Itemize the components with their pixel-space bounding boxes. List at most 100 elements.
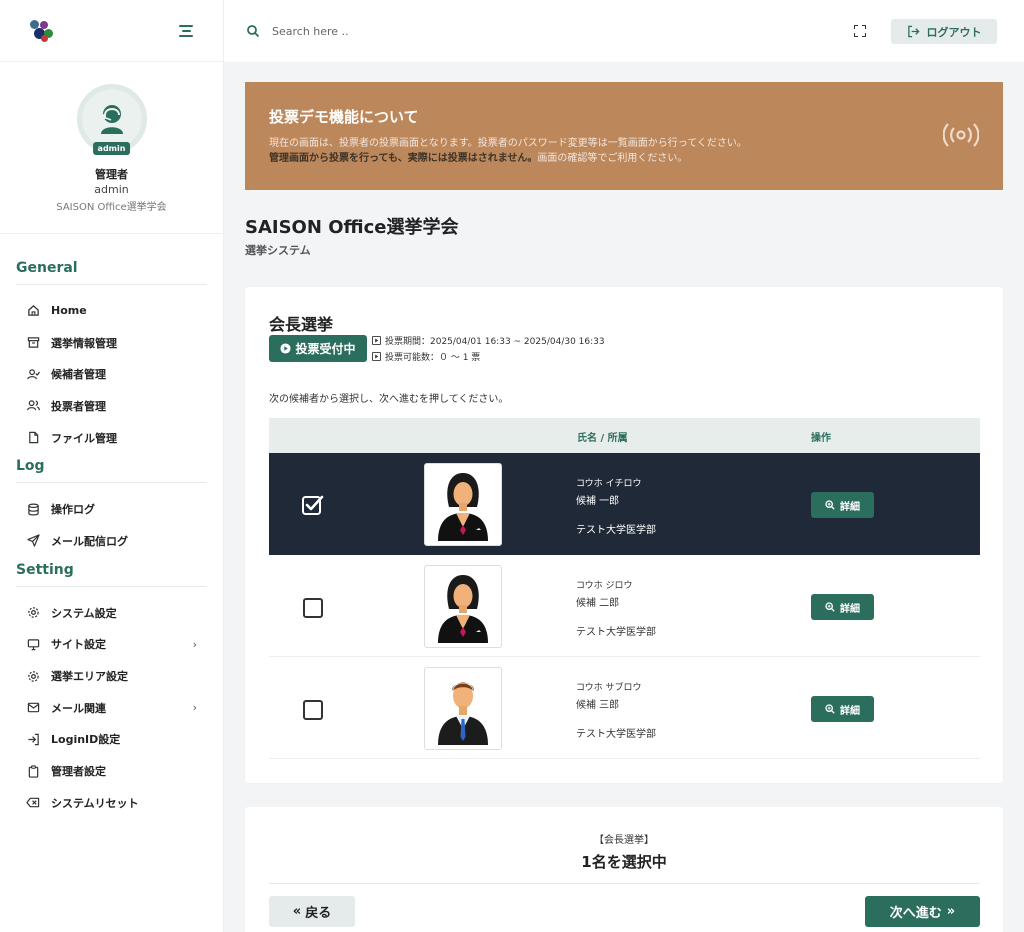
archive-icon — [26, 336, 40, 350]
search-input[interactable] — [272, 24, 572, 38]
sidebar-item-label: ファイル管理 — [51, 431, 117, 445]
profile-user-id: admin — [94, 183, 129, 196]
table-row[interactable]: コウホ イチロウ 候補 一郎 テスト大学医学部 詳細 — [269, 453, 980, 555]
menu-toggle-icon[interactable] — [179, 24, 193, 37]
notice-text: 現在の画面は、投票者の投票画面となります。投票者のパスワード変更等は一覧画面から… — [269, 136, 979, 166]
profile-org: SAISON Office選挙学会 — [56, 202, 167, 213]
sidebar-item-label: 選挙エリア設定 — [51, 670, 128, 684]
divider — [16, 284, 207, 285]
female-avatar-icon — [438, 574, 488, 643]
instruction-text: 次の候補者から選択し、次へ進むを押してください。 — [269, 394, 509, 405]
logout-button[interactable]: ログアウト — [891, 19, 997, 44]
sidebar-item-area-settings[interactable]: 選挙エリア設定 — [0, 660, 223, 692]
table-header: 氏名 / 所属 操作 — [269, 418, 980, 453]
home-icon — [26, 304, 40, 318]
sidebar-item-voters[interactable]: 投票者管理 — [0, 390, 223, 422]
logout-icon — [907, 25, 920, 38]
candidate-kana: コウホ サブロウ — [576, 683, 642, 693]
female-avatar-icon — [438, 472, 488, 541]
sidebar-item-label: システムリセット — [51, 796, 139, 810]
logout-label: ログアウト — [926, 25, 982, 39]
sidebar-item-operation-log[interactable]: 操作ログ — [0, 493, 223, 525]
checkbox[interactable] — [303, 700, 323, 720]
sidebar-item-label: 操作ログ — [51, 503, 95, 517]
sidebar-item-label: メール配信ログ — [51, 534, 128, 548]
notice-title: 投票デモ機能について — [269, 108, 419, 126]
column-header-name: 氏名 / 所属 — [577, 433, 628, 444]
male-avatar-icon — [438, 682, 488, 745]
double-chevron-left-icon: « — [292, 904, 302, 919]
sidebar-item-label: 管理者設定 — [51, 765, 106, 779]
candidate-kana: コウホ ジロウ — [576, 581, 633, 591]
sidebar-item-admin-settings[interactable]: 管理者設定 — [0, 755, 223, 787]
play-square-icon — [372, 352, 381, 361]
candidate-org: テスト大学医学部 — [576, 525, 656, 536]
play-square-icon — [372, 336, 381, 345]
user-headset-icon — [100, 105, 123, 134]
divider — [16, 482, 207, 484]
gear-icon — [26, 606, 40, 620]
candidate-photo — [424, 667, 502, 750]
broadcast-icon — [943, 123, 979, 147]
section-title-setting: Setting — [16, 561, 74, 578]
play-circle-icon — [280, 343, 292, 354]
election-title: 会長選挙 — [269, 315, 334, 334]
profile-role: 管理者 — [95, 168, 128, 181]
candidate-photo — [424, 463, 502, 546]
sidebar-item-mail-log[interactable]: メール配信ログ — [0, 525, 223, 557]
detail-button[interactable]: 詳細 — [811, 696, 874, 722]
sidebar-item-label: 候補者管理 — [51, 368, 106, 382]
sidebar-item-mail[interactable]: メール関連 › — [0, 692, 223, 724]
detail-button[interactable]: 詳細 — [811, 492, 874, 518]
sidebar-item-label: サイト設定 — [51, 638, 106, 652]
candidate-kana: コウホ イチロウ — [576, 479, 642, 489]
search-icon[interactable] — [246, 24, 260, 38]
sidebar-item-home[interactable]: Home — [0, 295, 223, 327]
notice-line2-bold: 管理画面から投票を行っても、実際には投票はされません。 — [269, 153, 538, 164]
zoom-in-icon — [825, 704, 835, 714]
clipboard-icon — [26, 764, 40, 778]
top-bar: ログアウト — [224, 0, 1024, 62]
divider — [269, 883, 980, 884]
user-check-icon — [26, 367, 40, 381]
page-title: SAISON Office選挙学会 — [245, 217, 459, 238]
logo[interactable] — [30, 19, 54, 42]
table-row[interactable]: コウホ ジロウ 候補 二郎 テスト大学医学部 詳細 — [269, 555, 980, 657]
chevron-right-icon: › — [192, 701, 197, 715]
gear-icon — [26, 669, 40, 683]
send-icon — [26, 534, 40, 548]
column-header-action: 操作 — [811, 433, 831, 444]
detail-button[interactable]: 詳細 — [811, 594, 874, 620]
section-title-general: General — [16, 260, 78, 276]
sidebar-item-candidates[interactable]: 候補者管理 — [0, 358, 223, 390]
sidebar-item-system-reset[interactable]: システムリセット — [0, 787, 223, 819]
section-title-log: Log — [16, 458, 45, 475]
sidebar-item-label: LoginID設定 — [51, 733, 121, 747]
table-row[interactable]: コウホ サブロウ 候補 三郎 テスト大学医学部 詳細 — [269, 657, 980, 759]
back-button[interactable]: « 戻る — [269, 896, 355, 927]
avatar[interactable]: admin — [76, 84, 147, 155]
sidebar-item-loginid-settings[interactable]: LoginID設定 — [0, 724, 223, 756]
sidebar-item-label: 選挙情報管理 — [51, 336, 117, 350]
fullscreen-icon[interactable] — [854, 25, 866, 37]
sidebar-item-files[interactable]: ファイル管理 — [0, 422, 223, 454]
delete-icon — [26, 796, 40, 810]
candidate-org: テスト大学医学部 — [576, 627, 656, 638]
summary-election-label: 【会長選挙】 — [594, 835, 654, 846]
demo-notice-banner: 投票デモ機能について 現在の画面は、投票者の投票画面となります。投票者のパスワー… — [245, 82, 1003, 190]
candidates-table: 氏名 / 所属 操作 コウホ イチロウ 候補 一郎 テスト大学医学部 詳細 コウ… — [269, 418, 980, 759]
profile-card: admin 管理者 admin SAISON Office選挙学会 — [0, 62, 223, 234]
checkbox[interactable] — [303, 598, 323, 618]
candidate-name: 候補 三郎 — [576, 700, 620, 711]
sidebar-item-site-settings[interactable]: サイト設定 › — [0, 629, 223, 661]
selection-summary-card: 【会長選挙】 1名を選択中 « 戻る 次へ進む » — [245, 807, 1003, 932]
sidebar-item-system-settings[interactable]: システム設定 — [0, 597, 223, 629]
login-icon — [26, 732, 40, 746]
next-button[interactable]: 次へ進む » — [865, 896, 980, 927]
candidate-name: 候補 二郎 — [576, 598, 620, 609]
chevron-right-icon: › — [192, 637, 197, 651]
status-badge: 投票受付中 — [269, 335, 367, 362]
sidebar-item-election-management[interactable]: 選挙情報管理 — [0, 327, 223, 359]
checkbox-checked[interactable] — [301, 493, 325, 517]
voting-period: 投票期間：2025/04/01 16:33 ~ 2025/04/30 16:33 — [372, 334, 605, 347]
